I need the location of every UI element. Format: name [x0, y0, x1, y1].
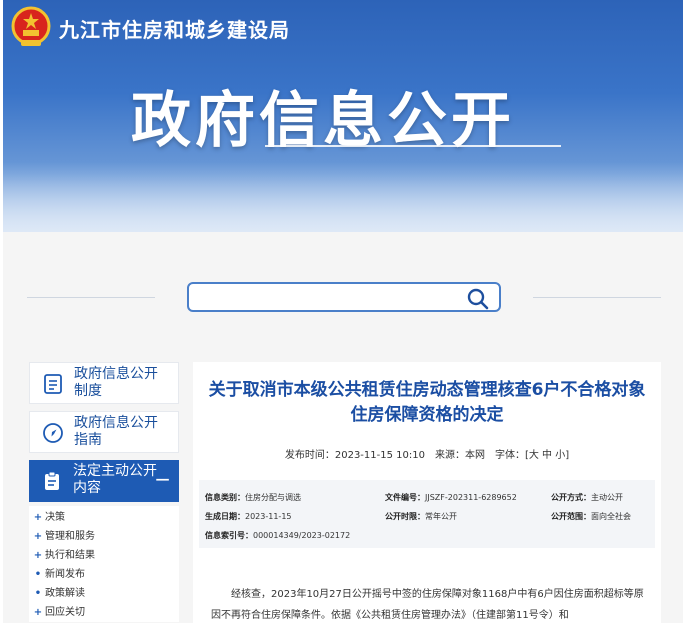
search-row — [3, 280, 683, 314]
sidebar-sub-item-response[interactable]: + 回应关切 — [29, 603, 179, 622]
divider-left — [27, 297, 155, 298]
sidebar-sub-item-policy[interactable]: • 政策解读 — [29, 584, 179, 603]
divider-right — [533, 297, 661, 298]
info-category: 信息类别：住房分配与调选 — [205, 493, 301, 502]
info-table: 信息类别：住房分配与调选 文件编号：JJSZF-202311-6289652 公… — [199, 480, 655, 548]
sidebar-item-label: 政府信息公开指南 — [74, 415, 158, 448]
info-period: 公开时限：常年公开 — [385, 512, 457, 521]
sidebar-sub-item-results[interactable]: + 执行和结果 — [29, 546, 179, 565]
sidebar-sub-item-decision[interactable]: + 决策 — [29, 508, 179, 527]
expand-icon: + — [33, 512, 43, 523]
sub-item-label: 执行和结果 — [45, 550, 95, 561]
sidebar-item-disclosure-guide[interactable]: 政府信息公开指南 — [29, 411, 179, 453]
info-index-number: 信息索引号：000014349/2023-02172 — [205, 531, 351, 540]
sub-item-label: 政策解读 — [45, 588, 85, 599]
header-banner: 九江市住房和城乡建设局 政府信息公开 — [3, 0, 683, 232]
info-date: 生成日期：2023-11-15 — [205, 512, 292, 521]
page: 九江市住房和城乡建设局 政府信息公开 政府信息公开制度 政府信息公开指南 法定主… — [3, 0, 683, 623]
bullet-icon: • — [34, 569, 42, 580]
expand-icon: + — [33, 607, 43, 618]
sub-item-label: 新闻发布 — [45, 569, 85, 580]
document-list-icon — [44, 374, 62, 394]
expand-icon: + — [33, 550, 43, 561]
collapse-toggle[interactable]: − — [154, 468, 171, 490]
banner-underline — [265, 145, 561, 147]
sidebar-item-disclosure-system[interactable]: 政府信息公开制度 — [29, 362, 179, 404]
expand-icon: + — [33, 531, 43, 542]
compass-icon — [43, 423, 63, 443]
info-publish-mode: 公开方式：主动公开 — [551, 493, 623, 502]
sub-item-label: 决策 — [45, 512, 65, 523]
sidebar-item-label: 政府信息公开制度 — [74, 366, 158, 399]
sidebar-sub-item-news[interactable]: • 新闻发布 — [29, 565, 179, 584]
sidebar-item-statutory-content[interactable]: 法定主动公开内容 − — [29, 460, 179, 502]
bullet-icon: • — [34, 588, 42, 599]
search-icon[interactable] — [467, 288, 489, 310]
sub-item-label: 管理和服务 — [45, 531, 95, 542]
sidebar-item-label: 法定主动公开内容 — [73, 463, 157, 496]
sidebar-sub-list: + 决策 + 管理和服务 + 执行和结果 • 新闻发布 • 政策解读 + 回应关切 — [29, 506, 179, 622]
site-name[interactable]: 九江市住房和城乡建设局 — [59, 14, 290, 43]
article-panel: 关于取消市本级公共租赁住房动态管理核查6户不合格对象住房保障资格的决定 发布时间… — [193, 362, 661, 623]
sidebar: 政府信息公开制度 政府信息公开指南 法定主动公开内容 − + 决策 + 管理和服务 … — [29, 362, 179, 622]
article-title: 关于取消市本级公共租赁住房动态管理核查6户不合格对象住房保障资格的决定 — [208, 380, 646, 425]
sub-item-label: 回应关切 — [45, 607, 85, 618]
info-doc-number: 文件编号：JJSZF-202311-6289652 — [385, 493, 517, 502]
article-body: 经核查，2023年10月27日公开摇号中签的住房保障对象1168户中有6户因住房… — [211, 589, 644, 621]
search-input[interactable] — [197, 287, 457, 307]
info-scope: 公开范围：面向全社会 — [551, 512, 631, 521]
search-box — [187, 282, 501, 312]
clipboard-icon — [45, 471, 59, 490]
national-emblem-icon — [11, 6, 51, 46]
sidebar-sub-item-management[interactable]: + 管理和服务 — [29, 527, 179, 546]
article-meta: 发布时间：2023-11-15 10:10 来源：本网 字体：[大 中 小] — [284, 450, 570, 461]
banner-haze — [3, 162, 683, 232]
